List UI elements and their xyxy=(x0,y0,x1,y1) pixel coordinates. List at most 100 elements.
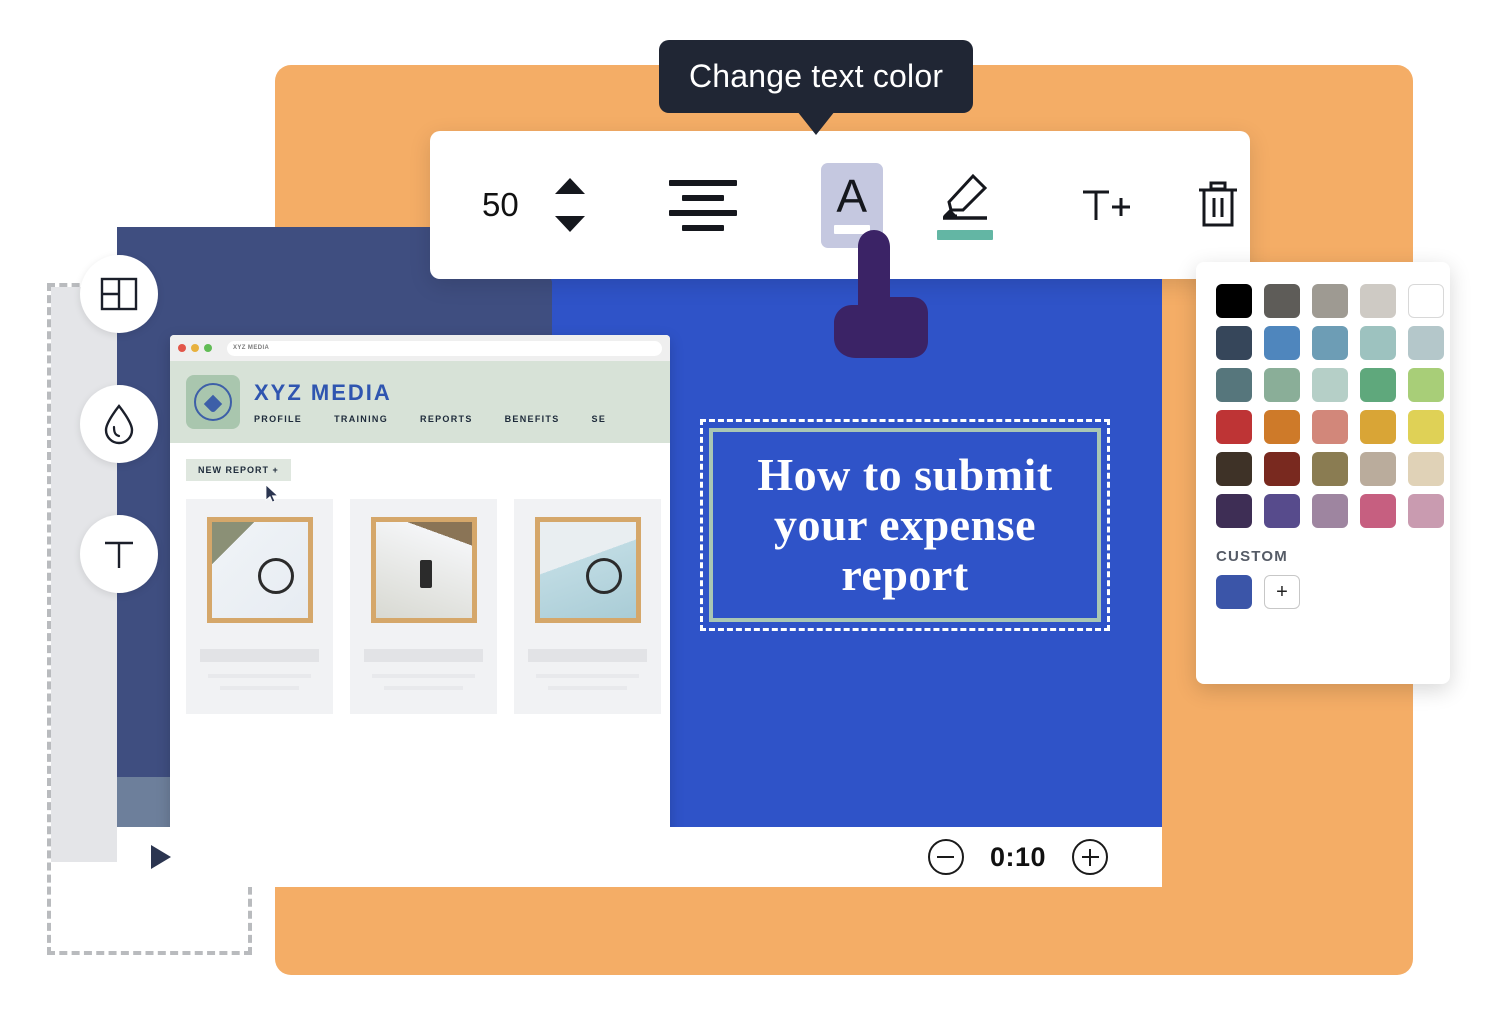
color-swatch-4-3[interactable] xyxy=(1360,452,1396,486)
color-swatch-3-3[interactable] xyxy=(1360,410,1396,444)
color-palette-popup: CUSTOM + xyxy=(1196,262,1450,684)
browser-chrome-bar: XYZ MEDIA xyxy=(170,335,670,361)
duration-value: 0:10 xyxy=(989,841,1046,872)
color-swatch-2-0[interactable] xyxy=(1216,368,1252,402)
align-center-icon xyxy=(668,179,737,231)
font-size-value[interactable]: 50 xyxy=(482,186,519,224)
editor-canvas-screen: XYZ MEDIA XYZ MEDIA PROFILE TRAINING REP… xyxy=(0,0,1500,1024)
add-text-button[interactable] xyxy=(1079,183,1133,227)
color-swatch-5-0[interactable] xyxy=(1216,494,1252,528)
droplet-icon xyxy=(104,404,134,445)
mock-site-header: XYZ MEDIA PROFILE TRAINING REPORTS BENEF… xyxy=(170,361,670,443)
custom-color-swatch[interactable] xyxy=(1216,575,1252,609)
mock-card xyxy=(350,499,497,714)
mock-skeleton-line xyxy=(220,686,299,690)
color-swatch-5-4[interactable] xyxy=(1408,494,1444,528)
mock-nav-item-se: SE xyxy=(591,414,607,424)
mock-new-report-button: NEW REPORT + xyxy=(186,459,291,481)
color-swatch-1-4[interactable] xyxy=(1408,326,1444,360)
mock-skeleton-line xyxy=(364,649,483,662)
trash-icon xyxy=(1198,181,1237,227)
color-swatch-1-3[interactable] xyxy=(1360,326,1396,360)
mock-mouse-cursor-icon xyxy=(265,485,279,503)
player-bar: 0:10 xyxy=(117,827,1162,887)
color-swatch-3-1[interactable] xyxy=(1264,410,1300,444)
color-swatch-0-4[interactable] xyxy=(1408,284,1444,318)
mock-card-list xyxy=(186,499,670,714)
play-button[interactable] xyxy=(151,845,171,869)
mock-skeleton-line xyxy=(208,674,311,678)
add-text-icon xyxy=(1082,190,1130,220)
mock-nav-item-profile: PROFILE xyxy=(254,414,303,424)
color-swatch-2-1[interactable] xyxy=(1264,368,1300,402)
color-swatch-4-1[interactable] xyxy=(1264,452,1300,486)
mock-skeleton-line xyxy=(536,674,639,678)
mock-skeleton-line xyxy=(548,686,627,690)
mock-nav-item-benefits: BENEFITS xyxy=(504,414,560,424)
color-swatch-5-1[interactable] xyxy=(1264,494,1300,528)
mock-brand-name: XYZ MEDIA xyxy=(254,380,392,405)
highlight-color-swatch xyxy=(936,230,993,240)
font-size-decrease-button[interactable] xyxy=(554,216,585,232)
color-swatch-1-0[interactable] xyxy=(1216,326,1252,360)
mock-card xyxy=(514,499,661,714)
mock-logo-mark xyxy=(194,383,232,421)
minus-icon xyxy=(937,855,955,859)
sidebar-item-fill-color[interactable] xyxy=(80,385,158,463)
text-t-icon xyxy=(105,541,133,568)
mock-nav-item-training: TRAINING xyxy=(334,414,389,424)
decrease-duration-button[interactable] xyxy=(927,839,964,875)
color-swatch-1-2[interactable] xyxy=(1312,326,1348,360)
mock-thumbnail-image xyxy=(370,517,477,623)
text-element-frame: How to submit your expense report xyxy=(709,428,1101,622)
selected-text-element[interactable]: How to submit your expense report xyxy=(700,419,1110,631)
duration-controls: 0:10 xyxy=(927,839,1108,875)
color-swatch-5-2[interactable] xyxy=(1312,494,1348,528)
color-swatch-3-0[interactable] xyxy=(1216,410,1252,444)
mock-thumbnail-image xyxy=(534,517,641,623)
color-swatch-0-3[interactable] xyxy=(1360,284,1396,318)
color-swatch-3-2[interactable] xyxy=(1312,410,1348,444)
color-swatch-0-2[interactable] xyxy=(1312,284,1348,318)
layout-icon xyxy=(100,277,138,311)
video-preview-panel[interactable]: XYZ MEDIA XYZ MEDIA PROFILE TRAINING REP… xyxy=(117,227,1162,887)
window-close-dot xyxy=(178,344,186,352)
mock-skeleton-line xyxy=(200,649,319,662)
color-swatch-2-2[interactable] xyxy=(1312,368,1348,402)
align-center-button[interactable] xyxy=(668,179,737,231)
color-swatch-5-3[interactable] xyxy=(1360,494,1396,528)
color-swatch-4-2[interactable] xyxy=(1312,452,1348,486)
color-swatch-3-4[interactable] xyxy=(1408,410,1444,444)
tooltip: Change text color xyxy=(659,40,974,113)
sidebar-item-text[interactable] xyxy=(80,515,158,593)
add-custom-color-button[interactable]: + xyxy=(1264,575,1300,609)
mock-site-body: NEW REPORT + xyxy=(170,443,670,887)
browser-url-bar: XYZ MEDIA xyxy=(227,340,662,356)
color-swatch-4-4[interactable] xyxy=(1408,452,1444,486)
highlight-button[interactable] xyxy=(935,170,995,240)
hand-pointer-cursor-icon xyxy=(834,230,928,358)
window-maximize-dot xyxy=(204,344,212,352)
color-swatch-4-0[interactable] xyxy=(1216,452,1252,486)
mock-card xyxy=(186,499,333,714)
custom-colors-row: + xyxy=(1216,575,1430,609)
color-swatch-0-0[interactable] xyxy=(1216,284,1252,318)
sidebar-item-layout[interactable] xyxy=(80,255,158,333)
mock-skeleton-line xyxy=(384,686,463,690)
color-swatch-0-1[interactable] xyxy=(1264,284,1300,318)
browser-mockup: XYZ MEDIA XYZ MEDIA PROFILE TRAINING REP… xyxy=(170,335,670,887)
color-swatch-2-3[interactable] xyxy=(1360,368,1396,402)
mock-skeleton-line xyxy=(528,649,647,662)
color-swatch-grid xyxy=(1216,284,1444,528)
color-swatch-1-1[interactable] xyxy=(1264,326,1300,360)
mock-thumbnail-image xyxy=(206,517,313,623)
window-minimize-dot xyxy=(191,344,199,352)
mock-logo xyxy=(186,375,240,429)
plus-icon-vertical xyxy=(1088,848,1092,866)
mock-nav: PROFILE TRAINING REPORTS BENEFITS SE xyxy=(254,414,670,424)
color-swatch-2-4[interactable] xyxy=(1408,368,1444,402)
font-size-increase-button[interactable] xyxy=(554,178,585,194)
delete-button[interactable] xyxy=(1195,179,1241,231)
increase-duration-button[interactable] xyxy=(1072,839,1108,875)
custom-colors-label: CUSTOM xyxy=(1216,548,1288,565)
